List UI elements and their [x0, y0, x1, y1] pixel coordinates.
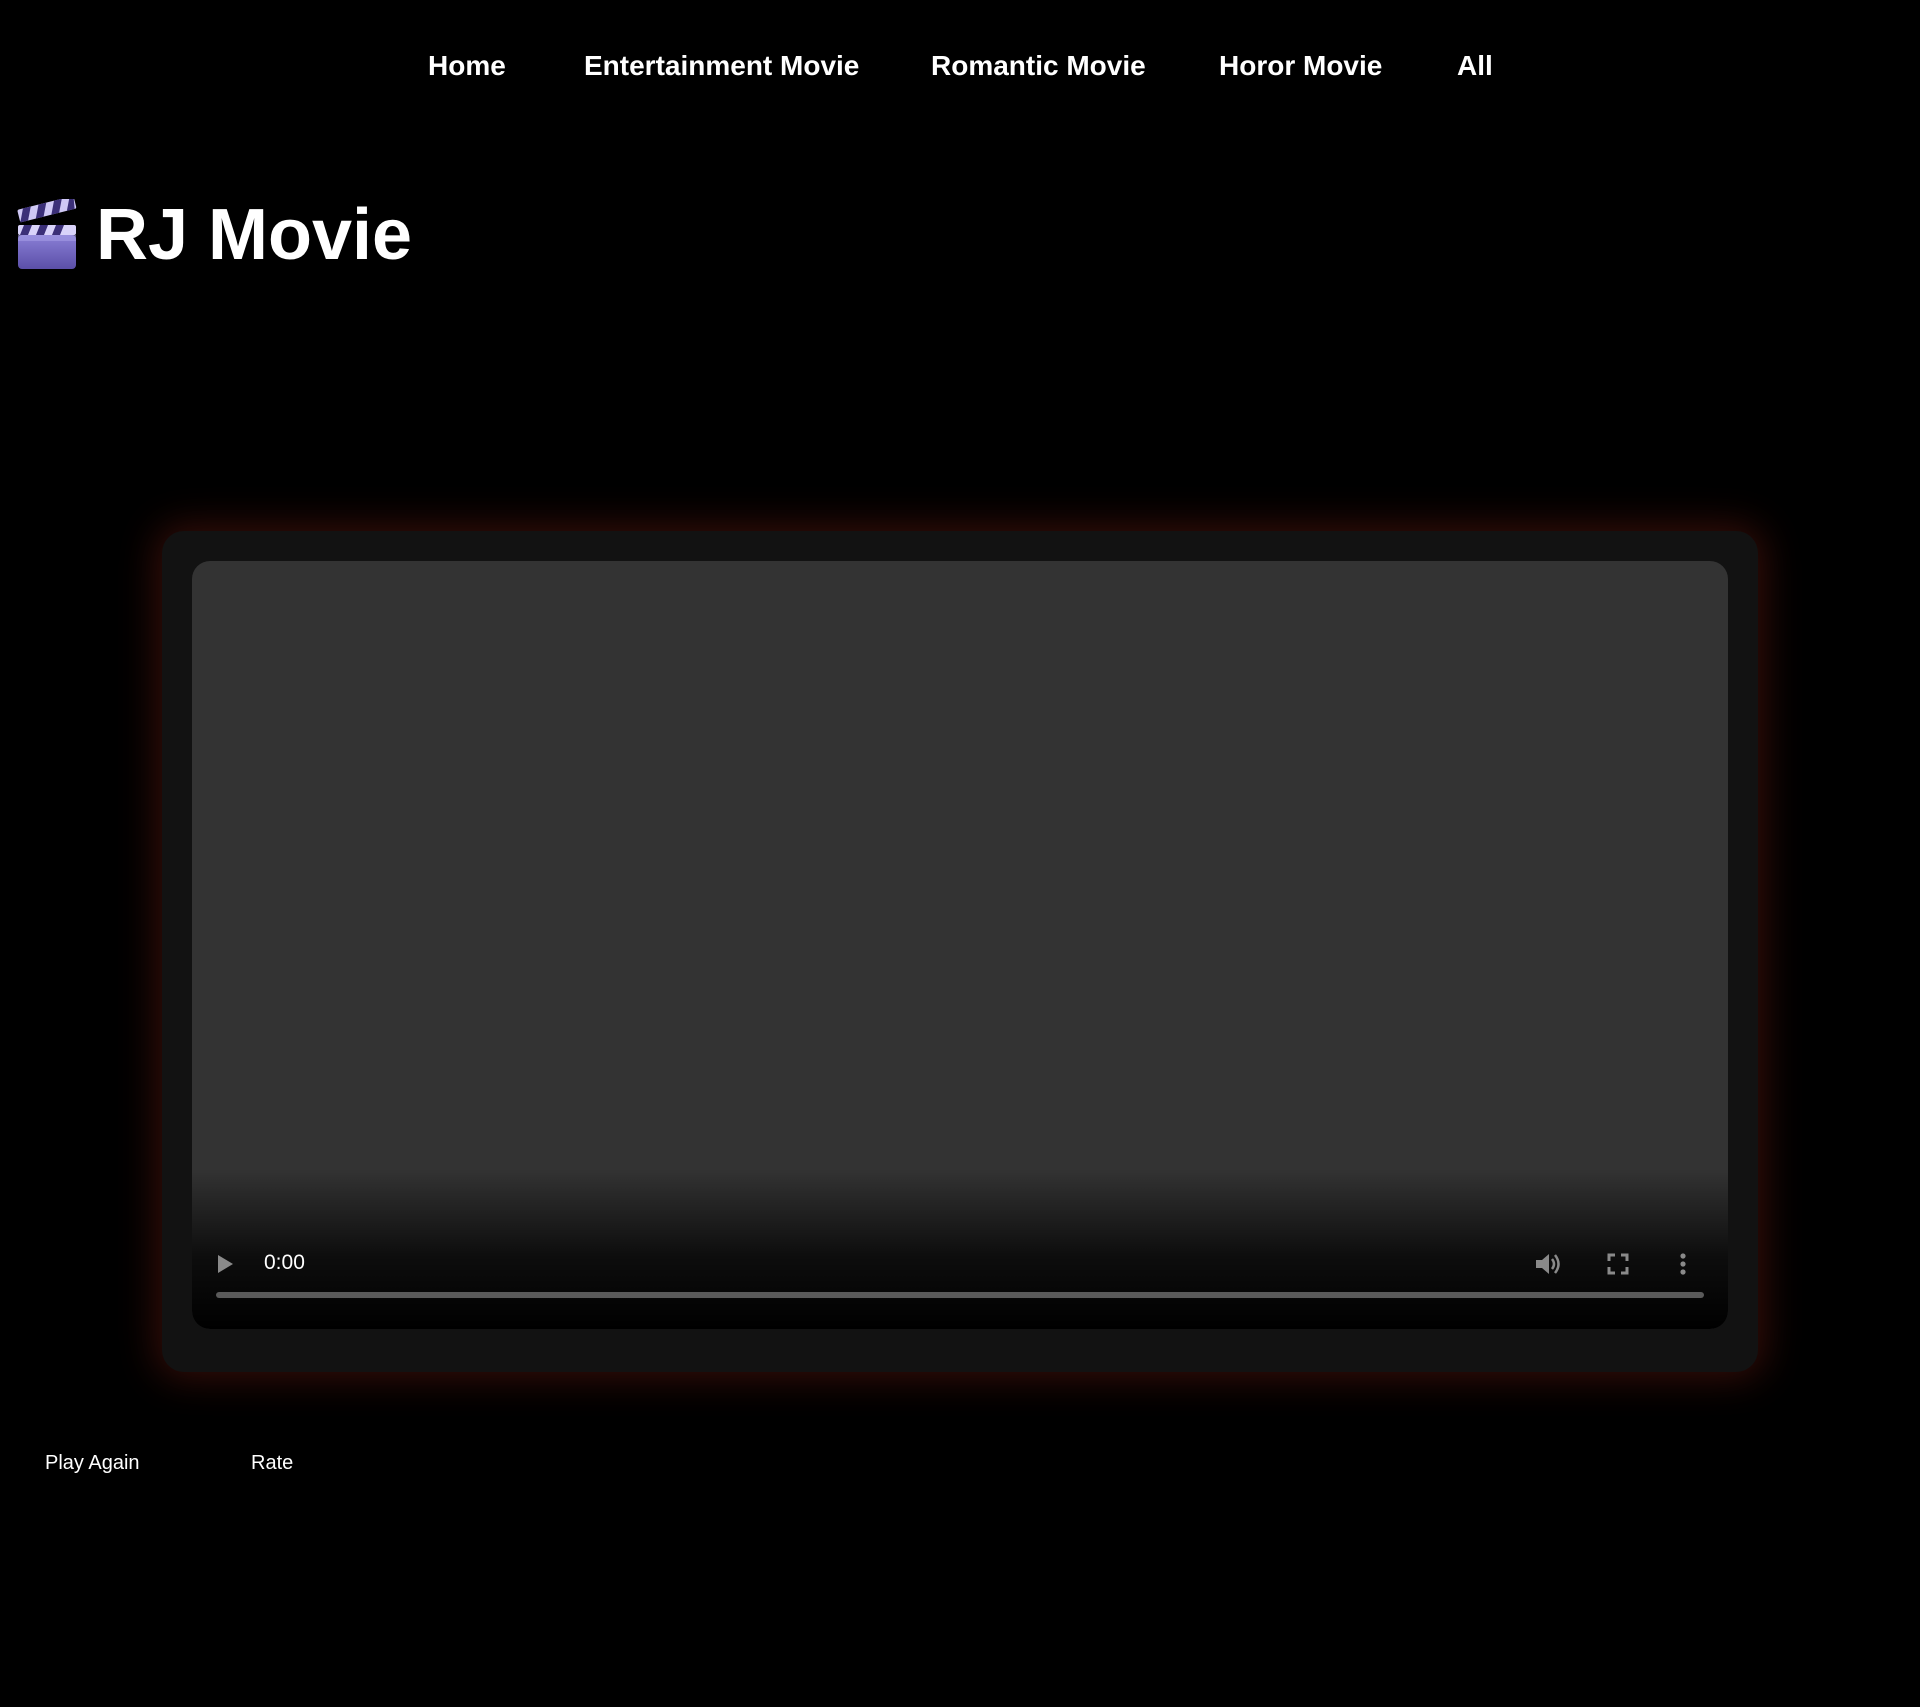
nav-link-romantic-movie[interactable]: Romantic Movie: [931, 50, 1146, 82]
video-player-card: 0:00: [162, 531, 1758, 1372]
top-navigation: Home Entertainment Movie Romantic Movie …: [0, 0, 1920, 140]
clapperboard-icon: [17, 199, 77, 269]
progress-bar[interactable]: [216, 1292, 1704, 1298]
video-controls-bar: 0:00: [192, 1169, 1728, 1329]
nav-link-horor-movie[interactable]: Horor Movie: [1219, 50, 1382, 82]
play-again-button[interactable]: Play Again: [45, 1452, 140, 1475]
play-icon[interactable]: [216, 1254, 234, 1274]
more-options-icon[interactable]: [1678, 1252, 1688, 1276]
video-player[interactable]: 0:00: [192, 561, 1728, 1329]
nav-link-entertainment-movie[interactable]: Entertainment Movie: [584, 50, 859, 82]
brand-header: RJ Movie: [16, 195, 412, 275]
site-title: RJ Movie: [96, 195, 413, 275]
rate-button[interactable]: Rate: [251, 1452, 293, 1475]
current-time: 0:00: [264, 1251, 305, 1274]
volume-icon[interactable]: [1534, 1251, 1562, 1277]
nav-link-all[interactable]: All: [1457, 50, 1493, 82]
nav-link-home[interactable]: Home: [428, 50, 506, 82]
fullscreen-icon[interactable]: [1607, 1253, 1629, 1275]
